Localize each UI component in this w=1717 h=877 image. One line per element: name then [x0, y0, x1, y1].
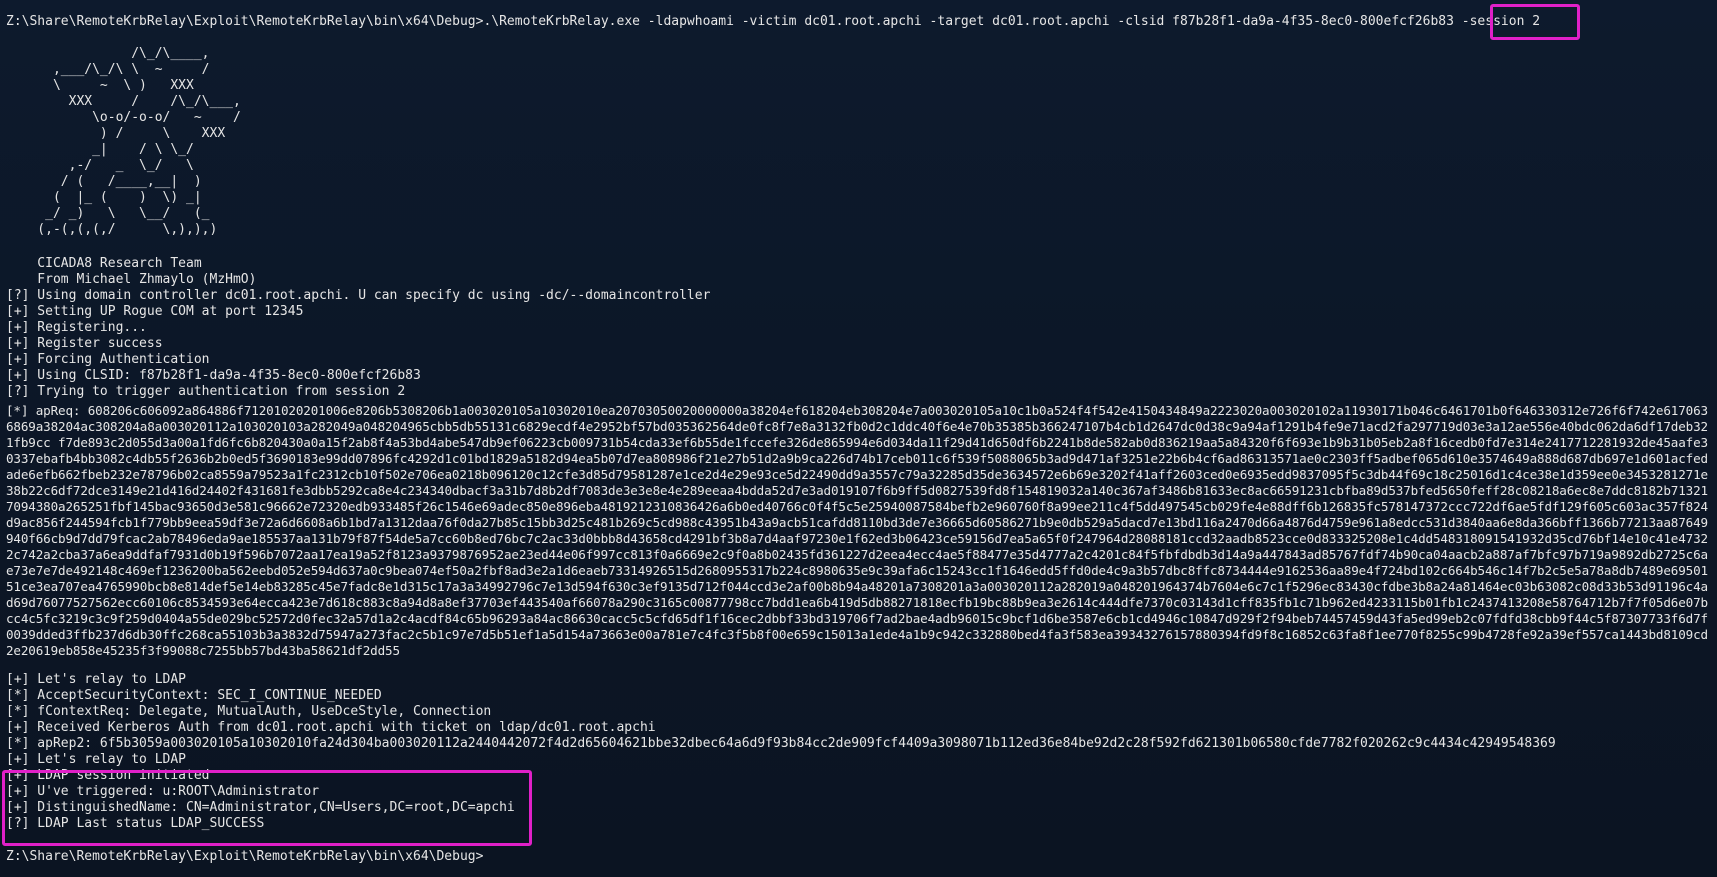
text-cursor: [483, 848, 491, 862]
command-text: .\RemoteKrbRelay.exe -ldapwhoami -victim…: [483, 14, 1462, 29]
log-line: [?] Using domain controller dc01.root.ap…: [6, 288, 711, 303]
result-line: [+] LDAP session initiated: [6, 768, 210, 783]
command-line: Z:\Share\RemoteKrbRelay\Exploit\RemoteKr…: [6, 14, 1540, 30]
log-line: [+] Registering...: [6, 320, 147, 335]
log-line: [+] Received Kerberos Auth from dc01.roo…: [6, 720, 656, 735]
log-line: [+] Let's relay to LDAP: [6, 672, 187, 687]
final-prompt: Z:\Share\RemoteKrbRelay\Exploit\RemoteKr…: [6, 849, 484, 864]
result-line: [+] U've triggered: u:ROOT\Administrator: [6, 784, 320, 799]
log-line: [*] apRep2: 6f5b3059a003020105a10302010f…: [6, 736, 1556, 751]
result-line: [+] DistinguishedName: CN=Administrator,…: [6, 800, 515, 815]
ascii-banner: /\_/\____, ,___/\_/\ \ ~ / \ ~ \ ) XXX X…: [37, 46, 241, 237]
session-argument: -session 2: [1461, 14, 1541, 29]
banner-team: CICADA8 Research Team: [6, 256, 202, 271]
log-line: [+] Register success: [6, 336, 163, 351]
log-line: [?] Trying to trigger authentication fro…: [6, 384, 406, 399]
command-prompt: Z:\Share\RemoteKrbRelay\Exploit\RemoteKr…: [6, 14, 484, 29]
terminal-window[interactable]: Z:\Share\RemoteKrbRelay\Exploit\RemoteKr…: [0, 0, 1717, 877]
log-line: [*] AcceptSecurityContext: SEC_I_CONTINU…: [6, 688, 382, 703]
log-line: [*] fContextReq: Delegate, MutualAuth, U…: [6, 704, 492, 719]
banner-author: From Michael Zhmaylo (MzHmO): [6, 272, 257, 287]
log-line: [+] Using CLSID: f87b28f1-da9a-4f35-8ec0…: [6, 368, 421, 383]
log-line: [+] Setting UP Rogue COM at port 12345: [6, 304, 304, 319]
result-line: [?] LDAP Last status LDAP_SUCCESS: [6, 816, 265, 831]
log-line: [+] Let's relay to LDAP: [6, 752, 187, 767]
log-line: [+] Forcing Authentication: [6, 352, 210, 367]
final-prompt-line[interactable]: Z:\Share\RemoteKrbRelay\Exploit\RemoteKr…: [6, 848, 491, 865]
apreq-hex-dump: [*] apReq: 608206c606092a864886f71201020…: [6, 403, 1708, 658]
